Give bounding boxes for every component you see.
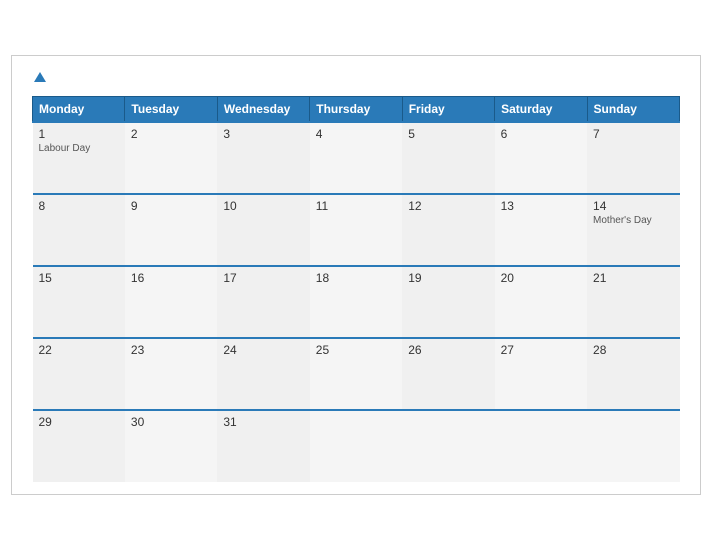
- weekday-header-tuesday: Tuesday: [125, 97, 217, 123]
- day-number: 19: [408, 271, 488, 285]
- calendar-cell: 3: [217, 122, 309, 194]
- day-number: 24: [223, 343, 303, 357]
- day-number: 12: [408, 199, 488, 213]
- day-number: 5: [408, 127, 488, 141]
- calendar-cell: 1 Labour Day: [33, 122, 125, 194]
- logo: [32, 72, 46, 82]
- day-number: 8: [39, 199, 119, 213]
- calendar-cell: 11: [310, 194, 402, 266]
- week-row-3: 15 16 17 18 19 20 21: [33, 266, 680, 338]
- calendar-cell: 25: [310, 338, 402, 410]
- event-label: Mother's Day: [593, 215, 673, 226]
- weekday-header-sunday: Sunday: [587, 97, 679, 123]
- calendar-cell: 19: [402, 266, 494, 338]
- day-number: 9: [131, 199, 211, 213]
- day-number: 7: [593, 127, 673, 141]
- day-number: 31: [223, 415, 303, 429]
- day-number: 22: [39, 343, 119, 357]
- event-label: Labour Day: [39, 143, 119, 154]
- calendar-cell: 24: [217, 338, 309, 410]
- week-row-5: 29 30 31: [33, 410, 680, 482]
- day-number: 20: [501, 271, 581, 285]
- weekday-header-wednesday: Wednesday: [217, 97, 309, 123]
- logo-triangle-icon: [34, 72, 46, 82]
- calendar-cell: 17: [217, 266, 309, 338]
- weekday-header-friday: Friday: [402, 97, 494, 123]
- weekday-header-monday: Monday: [33, 97, 125, 123]
- day-number: 2: [131, 127, 211, 141]
- calendar-table: MondayTuesdayWednesdayThursdayFridaySatu…: [32, 96, 680, 482]
- calendar-cell: 7: [587, 122, 679, 194]
- day-number: 13: [501, 199, 581, 213]
- day-number: 29: [39, 415, 119, 429]
- weekday-header-saturday: Saturday: [495, 97, 587, 123]
- calendar-cell: 15: [33, 266, 125, 338]
- weekday-header-thursday: Thursday: [310, 97, 402, 123]
- calendar-cell: 12: [402, 194, 494, 266]
- day-number: 3: [223, 127, 303, 141]
- calendar-header: [32, 72, 680, 82]
- day-number: 23: [131, 343, 211, 357]
- day-number: 15: [39, 271, 119, 285]
- calendar-cell: 28: [587, 338, 679, 410]
- calendar-cell: [495, 410, 587, 482]
- calendar-container: MondayTuesdayWednesdayThursdayFridaySatu…: [11, 55, 701, 495]
- calendar-cell: [310, 410, 402, 482]
- calendar-cell: 16: [125, 266, 217, 338]
- day-number: 10: [223, 199, 303, 213]
- calendar-cell: 6: [495, 122, 587, 194]
- day-number: 28: [593, 343, 673, 357]
- calendar-cell: 9: [125, 194, 217, 266]
- day-number: 26: [408, 343, 488, 357]
- calendar-cell: 22: [33, 338, 125, 410]
- calendar-cell: [587, 410, 679, 482]
- calendar-cell: 8: [33, 194, 125, 266]
- calendar-cell: 10: [217, 194, 309, 266]
- calendar-cell: 23: [125, 338, 217, 410]
- day-number: 27: [501, 343, 581, 357]
- day-number: 16: [131, 271, 211, 285]
- calendar-cell: [402, 410, 494, 482]
- calendar-cell: 20: [495, 266, 587, 338]
- calendar-cell: 31: [217, 410, 309, 482]
- calendar-cell: 4: [310, 122, 402, 194]
- calendar-cell: 26: [402, 338, 494, 410]
- day-number: 4: [316, 127, 396, 141]
- calendar-cell: 27: [495, 338, 587, 410]
- day-number: 21: [593, 271, 673, 285]
- calendar-cell: 13: [495, 194, 587, 266]
- calendar-cell: 29: [33, 410, 125, 482]
- calendar-cell: 14 Mother's Day: [587, 194, 679, 266]
- weekday-header-row: MondayTuesdayWednesdayThursdayFridaySatu…: [33, 97, 680, 123]
- day-number: 11: [316, 199, 396, 213]
- day-number: 25: [316, 343, 396, 357]
- calendar-cell: 5: [402, 122, 494, 194]
- day-number: 30: [131, 415, 211, 429]
- calendar-cell: 18: [310, 266, 402, 338]
- week-row-4: 22 23 24 25 26 27 28: [33, 338, 680, 410]
- day-number: 6: [501, 127, 581, 141]
- calendar-cell: 2: [125, 122, 217, 194]
- day-number: 14: [593, 199, 673, 213]
- week-row-2: 89 10 11 12 13 14 Mother's Day: [33, 194, 680, 266]
- calendar-cell: 30: [125, 410, 217, 482]
- day-number: 18: [316, 271, 396, 285]
- day-number: 17: [223, 271, 303, 285]
- day-number: 1: [39, 127, 119, 141]
- calendar-cell: 21: [587, 266, 679, 338]
- week-row-1: 1 Labour Day 234567: [33, 122, 680, 194]
